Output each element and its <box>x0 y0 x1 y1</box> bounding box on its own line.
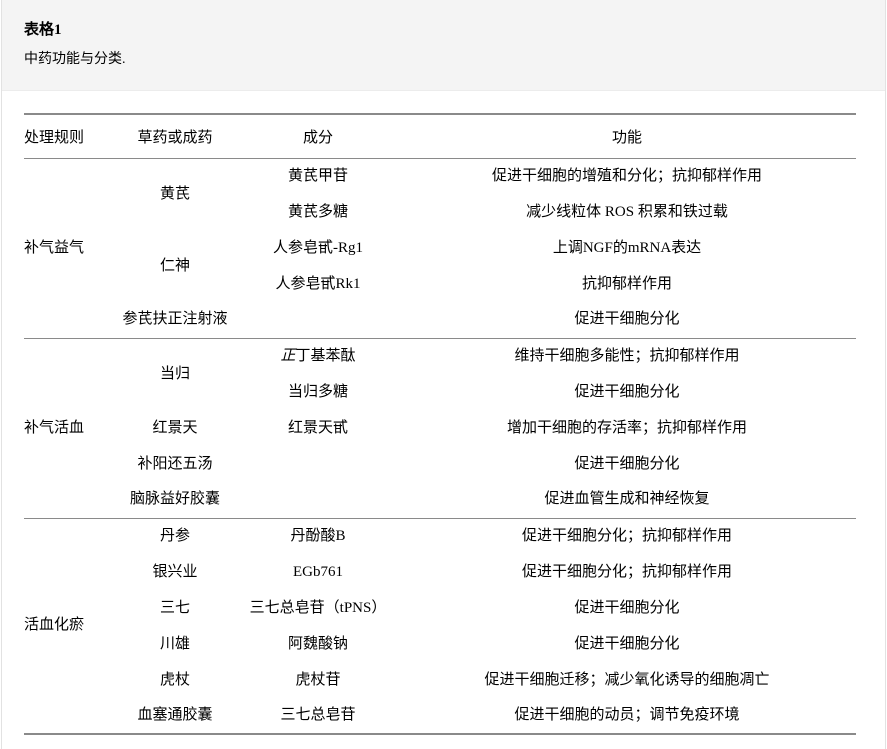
function-cell: 上调NGF的mRNA表达 <box>398 230 856 266</box>
herb-cell: 脑脉益好胶囊 <box>112 482 238 518</box>
herb-cell: 参芪扶正注射液 <box>112 302 238 338</box>
col-header-component: 成分 <box>238 114 398 158</box>
herb-cell: 补阳还五汤 <box>112 446 238 482</box>
component-cell: 虎杖苷 <box>238 662 398 698</box>
rule-group: 补气活血当归正丁基苯酞维持干细胞多能性；抗抑郁样作用当归多糖促进干细胞分化红景天… <box>24 338 856 518</box>
herb-cell: 血塞通胶囊 <box>112 698 238 734</box>
table-title: 表格1 <box>24 21 863 39</box>
component-cell: 三七总皂苷 <box>238 698 398 734</box>
table-row: 川雄阿魏酸钠促进干细胞分化 <box>24 626 856 662</box>
herb-cell: 虎杖 <box>112 662 238 698</box>
herb-cell: 丹参 <box>112 518 238 554</box>
component-cell: 阿魏酸钠 <box>238 626 398 662</box>
table-row: 仁神人参皂甙-Rg1上调NGF的mRNA表达 <box>24 230 856 266</box>
function-cell: 促进干细胞的动员；调节免疫环境 <box>398 698 856 734</box>
herb-cell: 红景天 <box>112 410 238 446</box>
herb-cell: 黄芪 <box>112 158 238 230</box>
function-cell: 减少线粒体 ROS 积累和铁过载 <box>398 194 856 230</box>
component-cell: 丹酚酸B <box>238 518 398 554</box>
table-row: 脑脉益好胶囊 促进血管生成和神经恢复 <box>24 482 856 518</box>
col-header-herb-or-medicine: 草药或成药 <box>112 114 238 158</box>
treatment-rule-cell: 补气活血 <box>24 338 112 518</box>
component-cell: 当归多糖 <box>238 374 398 410</box>
col-header-function: 功能 <box>398 114 856 158</box>
table-row: 补阳还五汤 促进干细胞分化 <box>24 446 856 482</box>
function-cell: 抗抑郁样作用 <box>398 266 856 302</box>
component-cell <box>238 302 398 338</box>
herb-cell: 当归 <box>112 338 238 410</box>
component-cell: 黄芪甲苷 <box>238 158 398 194</box>
table-container: 处理规则 草药或成药 成分 功能 补气益气黄芪黄芪甲苷促进干细胞的增殖和分化；抗… <box>2 91 885 735</box>
table-caption-block: 表格1 中药功能与分类. <box>2 0 885 91</box>
herb-cell: 银兴业 <box>112 554 238 590</box>
function-cell: 促进干细胞迁移；减少氧化诱导的细胞凋亡 <box>398 662 856 698</box>
function-cell: 促进干细胞分化 <box>398 446 856 482</box>
table-row: 补气活血当归正丁基苯酞维持干细胞多能性；抗抑郁样作用 <box>24 338 856 374</box>
treatment-rule-cell: 活血化瘀 <box>24 518 112 734</box>
rule-group: 补气益气黄芪黄芪甲苷促进干细胞的增殖和分化；抗抑郁样作用黄芪多糖减少线粒体 RO… <box>24 158 856 338</box>
function-cell: 促进干细胞分化；抗抑郁样作用 <box>398 518 856 554</box>
herb-cell: 仁神 <box>112 230 238 302</box>
table-row: 虎杖虎杖苷促进干细胞迁移；减少氧化诱导的细胞凋亡 <box>24 662 856 698</box>
component-cell <box>238 446 398 482</box>
function-cell: 促进血管生成和神经恢复 <box>398 482 856 518</box>
table-row: 红景天红景天甙增加干细胞的存活率；抗抑郁样作用 <box>24 410 856 446</box>
table-row: 活血化瘀丹参丹酚酸B促进干细胞分化；抗抑郁样作用 <box>24 518 856 554</box>
table-row: 血塞通胶囊三七总皂苷促进干细胞的动员；调节免疫环境 <box>24 698 856 734</box>
table-row: 银兴业EGb761促进干细胞分化；抗抑郁样作用 <box>24 554 856 590</box>
rule-group: 活血化瘀丹参丹酚酸B促进干细胞分化；抗抑郁样作用银兴业EGb761促进干细胞分化… <box>24 518 856 734</box>
treatment-rule-cell: 补气益气 <box>24 158 112 338</box>
function-cell: 维持干细胞多能性；抗抑郁样作用 <box>398 338 856 374</box>
component-cell: 人参皂甙Rk1 <box>238 266 398 302</box>
component-cell: 人参皂甙-Rg1 <box>238 230 398 266</box>
component-italic-prefix: 正 <box>280 348 295 364</box>
table-row: 三七三七总皂苷（tPNS）促进干细胞分化 <box>24 590 856 626</box>
table-header-row: 处理规则 草药或成药 成分 功能 <box>24 114 856 158</box>
component-cell: EGb761 <box>238 554 398 590</box>
table-row: 参芪扶正注射液 促进干细胞分化 <box>24 302 856 338</box>
table-subtitle: 中药功能与分类. <box>24 51 863 68</box>
table-row: 补气益气黄芪黄芪甲苷促进干细胞的增殖和分化；抗抑郁样作用 <box>24 158 856 194</box>
component-cell: 三七总皂苷（tPNS） <box>238 590 398 626</box>
paper-page: 表格1 中药功能与分类. 处理规则 草药或成药 成分 功能 补气益气黄芪黄芪甲苷… <box>1 0 886 749</box>
function-cell: 增加干细胞的存活率；抗抑郁样作用 <box>398 410 856 446</box>
component-cell: 黄芪多糖 <box>238 194 398 230</box>
function-cell: 促进干细胞分化 <box>398 374 856 410</box>
function-cell: 促进干细胞分化 <box>398 302 856 338</box>
function-cell: 促进干细胞分化 <box>398 626 856 662</box>
col-header-treatment-rule: 处理规则 <box>24 114 112 158</box>
function-cell: 促进干细胞分化 <box>398 590 856 626</box>
component-cell: 红景天甙 <box>238 410 398 446</box>
component-cell: 正丁基苯酞 <box>238 338 398 374</box>
herb-cell: 川雄 <box>112 626 238 662</box>
function-cell: 促进干细胞分化；抗抑郁样作用 <box>398 554 856 590</box>
function-cell: 促进干细胞的增殖和分化；抗抑郁样作用 <box>398 158 856 194</box>
tcm-functions-table: 处理规则 草药或成药 成分 功能 补气益气黄芪黄芪甲苷促进干细胞的增殖和分化；抗… <box>24 113 856 735</box>
herb-cell: 三七 <box>112 590 238 626</box>
component-cell <box>238 482 398 518</box>
